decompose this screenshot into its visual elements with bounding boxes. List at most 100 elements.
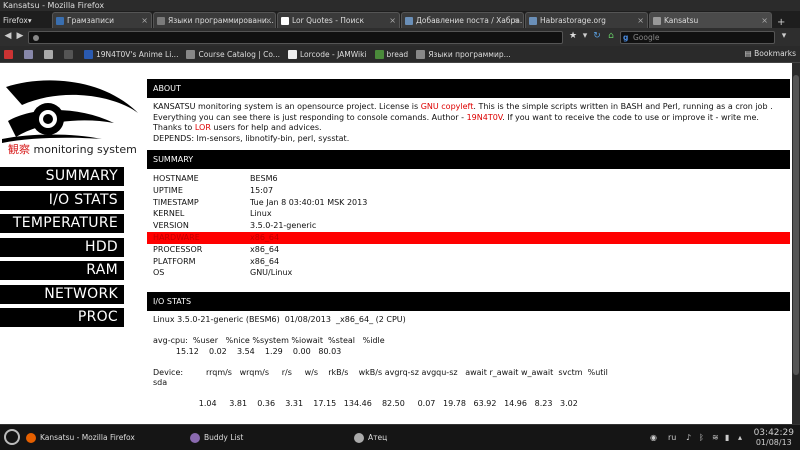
row-key: OS xyxy=(153,268,165,278)
navigation-toolbar: ◀ ▶ ★ ▾ ↻ ⌂ g Google ▾ xyxy=(0,28,800,46)
tab-favicon-icon xyxy=(529,17,537,25)
taskbar-item-buddy-list[interactable]: Buddy List xyxy=(190,431,243,445)
bookmark-item[interactable]: Lorcode - JAMWiki xyxy=(287,49,367,59)
side-menu: SUMMARY I/O STATS TEMPERATURE HDD RAM NETWORK… xyxy=(0,167,124,332)
section-header: I/O STATS xyxy=(147,292,790,311)
close-tab-icon[interactable]: × xyxy=(389,13,396,28)
row-value: 3.5.0-21-generic xyxy=(250,221,317,231)
bookmark-item[interactable]: Course Catalog | Co... xyxy=(186,49,280,59)
bookmark-item[interactable] xyxy=(44,49,56,59)
lor-link[interactable]: LOR xyxy=(195,123,211,132)
tab-strip: Firefox▾ Грамзаписи × Языки программирован… xyxy=(0,11,800,28)
url-bar[interactable] xyxy=(28,31,563,44)
firefox-icon xyxy=(26,433,36,443)
menu-item-summary[interactable]: SUMMARY xyxy=(0,167,124,186)
browser-tab[interactable]: Habrastorage.org × xyxy=(525,12,648,28)
bookmarks-icon: ▤ xyxy=(744,49,755,58)
tab-favicon-icon xyxy=(157,17,165,25)
firefox-menu-button[interactable]: Firefox▾ xyxy=(0,13,52,28)
about-text: KANSATSU monitoring system is an opensou… xyxy=(153,102,773,143)
search-input[interactable]: g Google xyxy=(620,31,775,44)
close-tab-icon[interactable]: × xyxy=(637,13,644,28)
author-link[interactable]: 19N4T0V xyxy=(467,113,503,122)
bookmark-item[interactable] xyxy=(64,49,76,59)
row-key: HOSTNAME xyxy=(153,174,199,183)
section-header: ABOUT xyxy=(147,79,790,98)
site-identity-icon[interactable] xyxy=(33,35,39,41)
tray-expand-icon[interactable]: ▴ xyxy=(738,431,742,445)
bookmark-favicon-icon xyxy=(416,49,426,59)
menu-item-i-o-stats[interactable]: I/O STATS xyxy=(0,190,124,210)
taskbar-item-atec[interactable]: Атец xyxy=(354,431,387,445)
iostats-section: I/O STATS Linux 3.5.0-21-generic (BESM6)… xyxy=(147,292,790,414)
menu-item-hdd[interactable]: HDD xyxy=(0,237,124,257)
menu-item-network[interactable]: NETWORK xyxy=(0,284,124,304)
close-tab-icon[interactable]: × xyxy=(513,13,520,28)
row-value: Linux xyxy=(250,209,272,219)
row-key: PROCESSOR xyxy=(153,244,203,254)
bookmark-item[interactable]: bread xyxy=(374,49,408,59)
tray-shield-icon[interactable]: ◉ xyxy=(650,431,657,445)
browser-tab[interactable]: Добавление поста / Хабра... × xyxy=(401,12,524,28)
back-arrow-icon[interactable]: ◀ xyxy=(3,31,13,42)
row-value: GNU/Linux xyxy=(250,268,293,278)
bookmark-favicon-icon xyxy=(44,49,53,59)
menu-item-proc[interactable]: PROC xyxy=(0,308,124,327)
reload-icon[interactable]: ↻ xyxy=(592,31,602,42)
summary-table: HOSTNAME BESM6 UPTIME 15:07 TIMESTAMP Tue Jan… xyxy=(147,169,790,279)
search-dropdown-icon[interactable]: ▾ xyxy=(779,31,789,42)
row-key: KERNEL xyxy=(153,209,185,219)
table-row: PLATFORM x86_64 xyxy=(147,256,790,268)
bookmarks-menu-button[interactable]: ▤ Bookmarks xyxy=(745,49,796,58)
bookmark-item[interactable] xyxy=(4,49,16,59)
table-row: TIMESTAMP Tue Jan 8 03:40:01 MSK 2013 xyxy=(147,197,790,209)
browser-tab[interactable]: Грамзаписи × xyxy=(52,12,152,28)
bookmark-item[interactable]: 19N4T0V's Anime Li... xyxy=(84,49,178,59)
scrollbar-thumb[interactable] xyxy=(793,75,799,375)
window-title: Kansatsu - Mozilla Firefox xyxy=(0,0,800,11)
tab-label: Добавление поста / Хабра... xyxy=(416,16,524,25)
home-icon[interactable]: ⌂ xyxy=(606,31,616,42)
row-value: x86_64 xyxy=(250,256,280,266)
section-header: SUMMARY xyxy=(147,150,790,169)
table-row: KERNEL Linux xyxy=(147,208,790,220)
kde-menu-icon[interactable] xyxy=(4,429,20,445)
license-link[interactable]: GNU copyleft xyxy=(421,102,474,111)
app-icon xyxy=(354,433,364,443)
forward-arrow-icon[interactable]: ▶ xyxy=(15,31,25,42)
page-scrollbar[interactable] xyxy=(792,63,800,424)
bluetooth-icon[interactable]: ᛒ xyxy=(699,431,704,445)
bookmark-label: Course Catalog | Co... xyxy=(198,49,280,59)
battery-icon[interactable]: ▮ xyxy=(725,431,729,445)
network-icon[interactable]: ≋ xyxy=(712,431,719,445)
tab-label: Habrastorage.org xyxy=(540,16,606,25)
iostats-output: Linux 3.5.0-21-generic (BESM6) 01/08/201… xyxy=(153,315,608,408)
browser-tab[interactable]: Lor Quotes - Поиск × xyxy=(277,12,400,28)
row-value: BESM6 xyxy=(250,174,278,183)
bookmark-star-icon[interactable]: ★ xyxy=(568,31,578,42)
language-indicator[interactable]: ru xyxy=(668,431,676,445)
bookmark-favicon-icon xyxy=(24,49,33,59)
bookmark-favicon-icon xyxy=(374,49,384,59)
new-tab-button[interactable]: + xyxy=(773,17,789,28)
bookmark-favicon-icon xyxy=(4,49,13,59)
bookmark-favicon-icon xyxy=(64,49,73,59)
volume-icon[interactable]: ♪ xyxy=(686,431,691,445)
dropdown-icon[interactable]: ▾ xyxy=(580,31,590,42)
bookmark-favicon-icon xyxy=(186,49,196,59)
bookmark-favicon-icon xyxy=(84,49,93,59)
close-tab-icon[interactable]: × xyxy=(761,13,768,28)
close-tab-icon[interactable]: × xyxy=(265,13,272,28)
taskbar-item-firefox[interactable]: Kansatsu - Mozilla Firefox xyxy=(26,431,135,445)
table-row: VERSION 3.5.0-21-generic xyxy=(147,220,790,232)
close-tab-icon[interactable]: × xyxy=(141,13,148,28)
table-row: OS GNU/Linux xyxy=(147,267,790,279)
bookmark-item[interactable] xyxy=(24,49,36,59)
table-row: HARDWARE x86_64 xyxy=(147,231,790,244)
browser-tab[interactable]: Kansatsu × xyxy=(649,12,772,28)
clock[interactable]: 03:42:29 01/08/13 xyxy=(754,428,794,448)
bookmark-item[interactable]: Языки программир... xyxy=(416,49,511,59)
menu-item-ram[interactable]: RAM xyxy=(0,261,124,280)
browser-tab[interactable]: Языки программировани... × xyxy=(153,12,276,28)
menu-item-temperature[interactable]: TEMPERATURE xyxy=(0,214,124,233)
